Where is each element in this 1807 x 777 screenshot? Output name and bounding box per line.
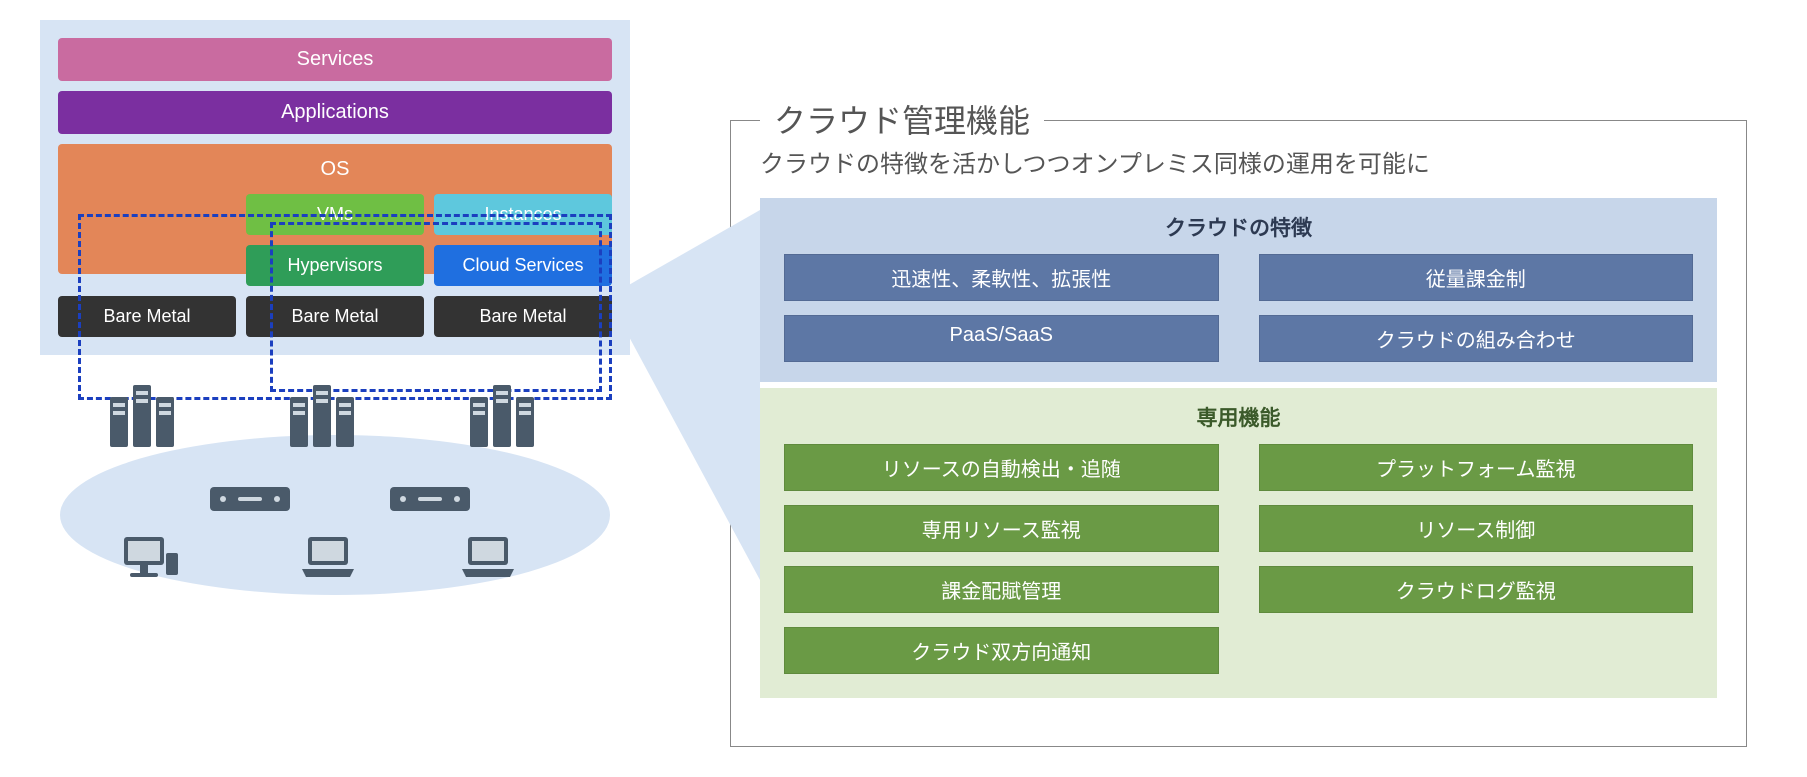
- function-chip: リソース制御: [1259, 505, 1694, 552]
- router-icon: [210, 487, 290, 511]
- grid-spacer: [58, 194, 236, 235]
- cell-vms: VMs: [246, 194, 424, 235]
- architecture-stack: Services Applications OS VMs Instances H…: [0, 0, 650, 777]
- stack-container: Services Applications OS VMs Instances H…: [40, 20, 630, 355]
- layer-applications: Applications: [58, 91, 612, 134]
- server-rack-icon: [470, 385, 534, 469]
- function-chip: クラウド双方向通知: [784, 627, 1219, 674]
- function-chip: 課金配賦管理: [784, 566, 1219, 613]
- feature-chip: 迅速性、柔軟性、拡張性: [784, 254, 1219, 301]
- server-rack-icon: [110, 385, 174, 469]
- laptop-icon: [460, 535, 516, 584]
- laptop-icon: [300, 535, 356, 584]
- feature-chip: PaaS/SaaS: [784, 315, 1219, 362]
- section-heading-features: クラウドの特徴: [784, 212, 1693, 242]
- cell-bare-metal-1: Bare Metal: [58, 296, 236, 337]
- section-cloud-features: クラウドの特徴 迅速性、柔軟性、拡張性 従量課金制 PaaS/SaaS クラウド…: [760, 198, 1717, 382]
- cell-cloud-services: Cloud Services: [434, 245, 612, 286]
- feature-chips: 迅速性、柔軟性、拡張性 従量課金制 PaaS/SaaS クラウドの組み合わせ: [784, 254, 1693, 362]
- panel-title: クラウド管理機能: [760, 96, 1044, 142]
- function-chip: クラウドログ監視: [1259, 566, 1694, 613]
- cell-bare-metal-2: Bare Metal: [246, 296, 424, 337]
- cell-bare-metal-3: Bare Metal: [434, 296, 612, 337]
- section-heading-functions: 専用機能: [784, 402, 1693, 432]
- server-rack-icon: [290, 385, 354, 469]
- grid-spacer: [58, 245, 236, 286]
- function-chip: リソースの自動検出・追随: [784, 444, 1219, 491]
- panel-subtitle: クラウドの特徴を活かしつつオンプレミス同様の運用を可能に: [760, 144, 1430, 179]
- desktop-icon: [120, 535, 180, 590]
- cell-instances: Instances: [434, 194, 612, 235]
- function-chip: プラットフォーム監視: [1259, 444, 1694, 491]
- layer-services: Services: [58, 38, 612, 81]
- cell-hypervisors: Hypervisors: [246, 245, 424, 286]
- feature-chip: クラウドの組み合わせ: [1259, 315, 1694, 362]
- feature-chip: 従量課金制: [1259, 254, 1694, 301]
- function-chips: リソースの自動検出・追随 プラットフォーム監視 専用リソース監視 リソース制御 …: [784, 444, 1693, 674]
- section-dedicated-functions: 専用機能 リソースの自動検出・追随 プラットフォーム監視 専用リソース監視 リソ…: [760, 388, 1717, 698]
- stack-grid: VMs Instances Hypervisors Cloud Services…: [58, 194, 612, 337]
- devices-area: [40, 375, 630, 635]
- cloud-management-panel: クラウド管理機能 クラウドの特徴を活かしつつオンプレミス同様の運用を可能に クラ…: [650, 0, 1807, 777]
- function-chip: 専用リソース監視: [784, 505, 1219, 552]
- router-icon: [390, 487, 470, 511]
